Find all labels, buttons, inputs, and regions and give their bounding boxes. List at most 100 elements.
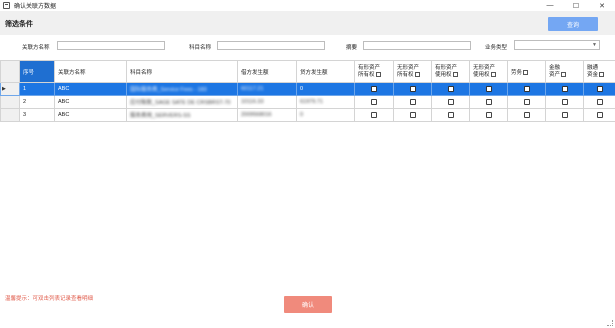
cell-checkbox[interactable]	[469, 82, 508, 96]
chevron-down-icon: ▼	[592, 42, 597, 48]
cell-checkbox[interactable]	[507, 82, 546, 96]
cell-checkbox[interactable]	[393, 82, 432, 96]
select-all-checkbox[interactable]	[375, 71, 381, 77]
checkbox[interactable]	[371, 99, 377, 105]
resize-grip[interactable]	[607, 320, 613, 326]
minimize-button[interactable]: —	[537, 0, 563, 11]
col-intangible-usage-line2: 使用权	[473, 71, 490, 78]
summary-input[interactable]	[363, 41, 471, 50]
col-financial-asset[interactable]: 金融 资产	[545, 60, 584, 83]
cell-subject-name[interactable]: 服务费用_SERVERS-SS	[126, 108, 238, 122]
select-all-checkbox[interactable]	[414, 71, 420, 77]
checkbox[interactable]	[561, 86, 568, 92]
cell-checkbox[interactable]	[507, 108, 546, 122]
checkbox[interactable]	[523, 112, 530, 118]
checkbox[interactable]	[523, 86, 530, 92]
row-selector[interactable]	[0, 95, 20, 109]
col-tangible-usage[interactable]: 有形资产 使用权	[431, 60, 470, 83]
cell-checkbox[interactable]	[545, 95, 584, 109]
business-type-select[interactable]: ▼	[514, 40, 600, 50]
checkbox[interactable]	[596, 86, 603, 92]
hint-text: 温馨提示：可双击列表记录查看明细	[5, 296, 94, 302]
cell-checkbox[interactable]	[354, 108, 394, 122]
cell-checkbox[interactable]	[469, 95, 508, 109]
checkbox[interactable]	[523, 99, 530, 105]
col-credit[interactable]: 贷方发生额	[296, 60, 355, 83]
cell-checkbox[interactable]	[354, 95, 394, 109]
query-button[interactable]: 查询	[548, 17, 598, 31]
checkbox[interactable]	[485, 112, 492, 118]
select-all-checkbox[interactable]	[452, 71, 458, 77]
col-intangible-usage[interactable]: 无形资产 使用权	[469, 60, 508, 83]
cell-related-name[interactable]: ABC	[54, 95, 127, 109]
cell-checkbox[interactable]	[431, 108, 470, 122]
col-seq[interactable]: 序号	[19, 60, 55, 83]
cell-subject-name[interactable]: 应付账款_SAGE SATE DE CRSBRST-70	[126, 95, 238, 109]
cell-related-name[interactable]: ABC	[54, 108, 127, 122]
cell-checkbox[interactable]	[469, 108, 508, 122]
checkbox[interactable]	[371, 112, 377, 118]
cell-checkbox[interactable]	[545, 82, 584, 96]
row-selector[interactable]: ▶	[0, 82, 20, 96]
select-all-checkbox[interactable]	[523, 69, 529, 75]
subject-name-input[interactable]	[217, 41, 325, 50]
checkbox[interactable]	[409, 99, 416, 105]
checkbox[interactable]	[596, 112, 603, 118]
checkbox[interactable]	[596, 99, 603, 105]
col-financing[interactable]: 融通 资金	[583, 60, 615, 83]
cell-credit[interactable]: 0	[296, 82, 355, 96]
select-all-checkbox[interactable]	[599, 71, 605, 77]
checkbox[interactable]	[447, 99, 454, 105]
table-row[interactable]: 3 ABC 服务费用_SERVERS-SS 2009568016 0	[0, 108, 615, 122]
checkbox[interactable]	[447, 86, 454, 92]
window-title: 确认关联方数据	[14, 4, 57, 10]
col-financial-asset-line1: 金融	[549, 64, 561, 71]
cell-checkbox[interactable]	[431, 95, 470, 109]
row-header-corner	[0, 60, 20, 83]
col-subject-name[interactable]: 科目名称	[126, 60, 238, 83]
row-selector[interactable]	[0, 108, 20, 122]
checkbox[interactable]	[371, 86, 377, 92]
cell-checkbox[interactable]	[507, 95, 546, 109]
cell-related-name[interactable]: ABC	[54, 82, 127, 96]
close-button[interactable]: ✕	[589, 0, 615, 11]
cell-checkbox[interactable]	[545, 108, 584, 122]
confirm-button[interactable]: 确认	[284, 296, 332, 313]
cell-debit[interactable]: 10116.33	[237, 95, 297, 109]
cell-credit[interactable]: 0	[296, 108, 355, 122]
checkbox[interactable]	[561, 112, 568, 118]
maximize-button[interactable]: ☐	[563, 0, 589, 11]
cell-checkbox[interactable]	[583, 95, 615, 109]
cell-seq[interactable]: 1	[19, 82, 55, 96]
col-related-name[interactable]: 关联方名称	[54, 60, 127, 83]
table-row[interactable]: ▶ 1 ABC 国际服务费_Service Fees - 183 60117.2…	[0, 82, 615, 96]
cell-debit[interactable]: 60117.21	[237, 82, 297, 96]
cell-checkbox[interactable]	[354, 82, 394, 96]
checkbox[interactable]	[485, 86, 492, 92]
window-controls: — ☐ ✕	[537, 0, 615, 11]
select-all-checkbox[interactable]	[490, 71, 496, 77]
related-name-input[interactable]	[57, 41, 165, 50]
cell-debit[interactable]: 2009568016	[237, 108, 297, 122]
cell-checkbox[interactable]	[583, 82, 615, 96]
select-all-checkbox[interactable]	[561, 71, 567, 77]
col-debit[interactable]: 借方发生额	[237, 60, 297, 83]
cell-subject-name[interactable]: 国际服务费_Service Fees - 183	[126, 82, 238, 96]
checkbox[interactable]	[485, 99, 492, 105]
cell-checkbox[interactable]	[393, 95, 432, 109]
checkbox[interactable]	[409, 86, 416, 92]
cell-seq[interactable]: 2	[19, 95, 55, 109]
col-intangible-ownership[interactable]: 无形资产 所有权	[393, 60, 432, 83]
cell-checkbox[interactable]	[583, 108, 615, 122]
col-intangible-ownership-line1: 无形资产	[397, 64, 420, 71]
col-labor[interactable]: 劳务	[507, 60, 546, 83]
checkbox[interactable]	[409, 112, 416, 118]
cell-checkbox[interactable]	[431, 82, 470, 96]
col-tangible-ownership[interactable]: 有形资产 所有权	[354, 60, 394, 83]
cell-credit[interactable]: 61979.71	[296, 95, 355, 109]
checkbox[interactable]	[561, 99, 568, 105]
cell-seq[interactable]: 3	[19, 108, 55, 122]
checkbox[interactable]	[447, 112, 454, 118]
cell-checkbox[interactable]	[393, 108, 432, 122]
table-row[interactable]: 2 ABC 应付账款_SAGE SATE DE CRSBRST-70 10116…	[0, 95, 615, 109]
